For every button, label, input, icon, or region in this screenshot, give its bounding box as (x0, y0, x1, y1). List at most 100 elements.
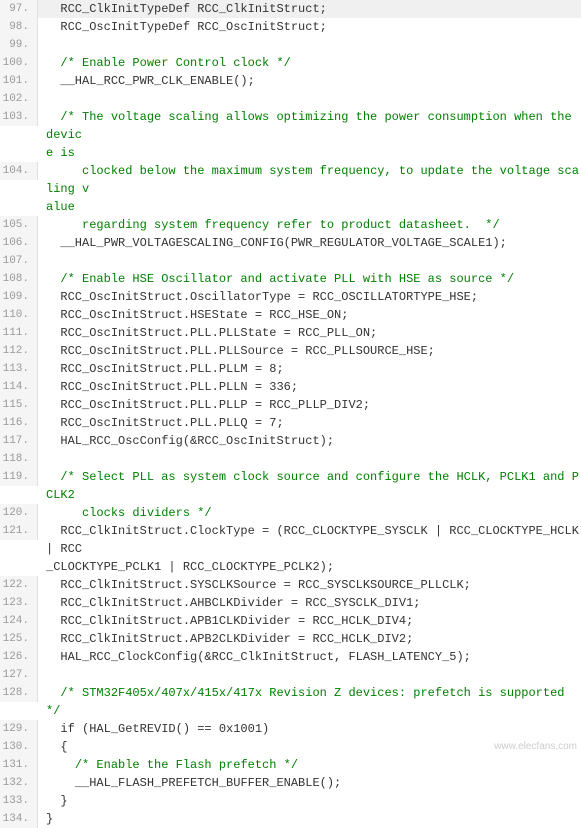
line-content-110: RCC_OscInitStruct.HSEState = RCC_HSE_ON; (38, 306, 581, 324)
code-line-129: 129. if (HAL_GetREVID() == 0x1001) (0, 720, 581, 738)
line-content-101: __HAL_RCC_PWR_CLK_ENABLE(); (38, 72, 581, 90)
line-content-131: /* Enable the Flash prefetch */ (38, 756, 581, 774)
line-content-119: /* Select PLL as system clock source and… (38, 468, 581, 504)
line-content-121a: RCC_ClkInitStruct.ClockType = (RCC_CLOCK… (38, 522, 581, 558)
line-num-120: 120. (0, 504, 38, 522)
code-line-122: 122. RCC_ClkInitStruct.SYSCLKSource = RC… (0, 576, 581, 594)
line-content-129: if (HAL_GetREVID() == 0x1001) (38, 720, 581, 738)
code-line-97: 97. RCC_ClkInitTypeDef RCC_ClkInitStruct… (0, 0, 581, 18)
watermark: www.elecfans.com (494, 741, 577, 752)
line-num-102: 102. (0, 90, 38, 108)
line-num-130: 130. (0, 738, 38, 756)
code-line-104b: alue (0, 198, 581, 216)
line-content-104b: alue (38, 198, 581, 216)
line-num-115: 115. (0, 396, 38, 414)
line-content-121b: _CLOCKTYPE_PCLK1 | RCC_CLOCKTYPE_PCLK2); (38, 558, 581, 576)
code-line-114: 114. RCC_OscInitStruct.PLL.PLLN = 336; (0, 378, 581, 396)
line-num-100: 100. (0, 54, 38, 72)
line-num-122: 122. (0, 576, 38, 594)
line-num-125: 125. (0, 630, 38, 648)
line-content-98: RCC_OscInitTypeDef RCC_OscInitStruct; (38, 18, 581, 36)
code-line-116: 116. RCC_OscInitStruct.PLL.PLLQ = 7; (0, 414, 581, 432)
line-num-117: 117. (0, 432, 38, 450)
line-content-123: RCC_ClkInitStruct.AHBCLKDivider = RCC_SY… (38, 594, 581, 612)
line-content-99 (38, 36, 581, 54)
line-content-132: __HAL_FLASH_PREFETCH_BUFFER_ENABLE(); (38, 774, 581, 792)
line-num-104a: 104. (0, 162, 38, 180)
line-num-118: 118. (0, 450, 38, 468)
line-num-103a: 103. (0, 108, 38, 126)
code-editor: 97. RCC_ClkInitTypeDef RCC_ClkInitStruct… (0, 0, 581, 828)
line-content-128: /* STM32F405x/407x/415x/417x Revision Z … (38, 684, 581, 720)
line-content-107 (38, 252, 581, 270)
code-line-126: 126. HAL_RCC_ClockConfig(&RCC_ClkInitStr… (0, 648, 581, 666)
line-num-111: 111. (0, 324, 38, 342)
code-line-125: 125. RCC_ClkInitStruct.APB2CLKDivider = … (0, 630, 581, 648)
line-num-119: 119. (0, 468, 38, 486)
line-content-114: RCC_OscInitStruct.PLL.PLLN = 336; (38, 378, 581, 396)
line-content-125: RCC_ClkInitStruct.APB2CLKDivider = RCC_H… (38, 630, 581, 648)
line-num-107: 107. (0, 252, 38, 270)
code-line-112: 112. RCC_OscInitStruct.PLL.PLLSource = R… (0, 342, 581, 360)
line-content-112: RCC_OscInitStruct.PLL.PLLSource = RCC_PL… (38, 342, 581, 360)
line-content-105: regarding system frequency refer to prod… (38, 216, 581, 234)
line-num-97: 97. (0, 0, 38, 18)
line-num-116: 116. (0, 414, 38, 432)
line-num-99: 99. (0, 36, 38, 54)
line-content-103a: /* The voltage scaling allows optimizing… (38, 108, 581, 144)
line-content-126: HAL_RCC_ClockConfig(&RCC_ClkInitStruct, … (38, 648, 581, 666)
line-content-133: } (38, 792, 581, 810)
line-content-111: RCC_OscInitStruct.PLL.PLLState = RCC_PLL… (38, 324, 581, 342)
line-num-108: 108. (0, 270, 38, 288)
line-num-98: 98. (0, 18, 38, 36)
line-content-102 (38, 90, 581, 108)
code-line-103a: 103. /* The voltage scaling allows optim… (0, 108, 581, 144)
line-content-120: clocks dividers */ (38, 504, 581, 522)
code-line-115: 115. RCC_OscInitStruct.PLL.PLLP = RCC_PL… (0, 396, 581, 414)
code-line-102: 102. (0, 90, 581, 108)
line-num-129: 129. (0, 720, 38, 738)
code-line-131: 131. /* Enable the Flash prefetch */ (0, 756, 581, 774)
line-content-127 (38, 666, 581, 684)
line-num-127: 127. (0, 666, 38, 684)
line-content-122: RCC_ClkInitStruct.SYSCLKSource = RCC_SYS… (38, 576, 581, 594)
line-content-97: RCC_ClkInitTypeDef RCC_ClkInitStruct; (38, 0, 581, 18)
line-content-108: /* Enable HSE Oscillator and activate PL… (38, 270, 581, 288)
code-line-110: 110. RCC_OscInitStruct.HSEState = RCC_HS… (0, 306, 581, 324)
code-line-106: 106. __HAL_PWR_VOLTAGESCALING_CONFIG(PWR… (0, 234, 581, 252)
code-line-120: 120. clocks dividers */ (0, 504, 581, 522)
code-line-117: 117. HAL_RCC_OscConfig(&RCC_OscInitStruc… (0, 432, 581, 450)
line-content-117: HAL_RCC_OscConfig(&RCC_OscInitStruct); (38, 432, 581, 450)
code-line-123: 123. RCC_ClkInitStruct.AHBCLKDivider = R… (0, 594, 581, 612)
line-content-106: __HAL_PWR_VOLTAGESCALING_CONFIG(PWR_REGU… (38, 234, 581, 252)
line-num-113: 113. (0, 360, 38, 378)
line-content-103b: e is (38, 144, 581, 162)
line-num-112: 112. (0, 342, 38, 360)
line-content-115: RCC_OscInitStruct.PLL.PLLP = RCC_PLLP_DI… (38, 396, 581, 414)
code-line-111: 111. RCC_OscInitStruct.PLL.PLLState = RC… (0, 324, 581, 342)
line-num-110: 110. (0, 306, 38, 324)
line-num-114: 114. (0, 378, 38, 396)
code-line-128: 128. /* STM32F405x/407x/415x/417x Revisi… (0, 684, 581, 720)
code-line-121a: 121. RCC_ClkInitStruct.ClockType = (RCC_… (0, 522, 581, 558)
code-line-124: 124. RCC_ClkInitStruct.APB1CLKDivider = … (0, 612, 581, 630)
code-line-109: 109. RCC_OscInitStruct.OscillatorType = … (0, 288, 581, 306)
code-line-108: 108. /* Enable HSE Oscillator and activa… (0, 270, 581, 288)
line-num-121a: 121. (0, 522, 38, 540)
code-line-101: 101. __HAL_RCC_PWR_CLK_ENABLE(); (0, 72, 581, 90)
line-content-124: RCC_ClkInitStruct.APB1CLKDivider = RCC_H… (38, 612, 581, 630)
line-num-109: 109. (0, 288, 38, 306)
line-num-132: 132. (0, 774, 38, 792)
code-line-127: 127. (0, 666, 581, 684)
line-num-105: 105. (0, 216, 38, 234)
line-num-101: 101. (0, 72, 38, 90)
line-num-128: 128. (0, 684, 38, 702)
line-content-104a: clocked below the maximum system frequen… (38, 162, 581, 198)
line-num-131: 131. (0, 756, 38, 774)
line-num-126: 126. (0, 648, 38, 666)
code-line-118: 118. (0, 450, 581, 468)
code-line-134: 134. } (0, 810, 581, 828)
line-num-123: 123. (0, 594, 38, 612)
code-line-107: 107. (0, 252, 581, 270)
code-line-104a: 104. clocked below the maximum system fr… (0, 162, 581, 198)
